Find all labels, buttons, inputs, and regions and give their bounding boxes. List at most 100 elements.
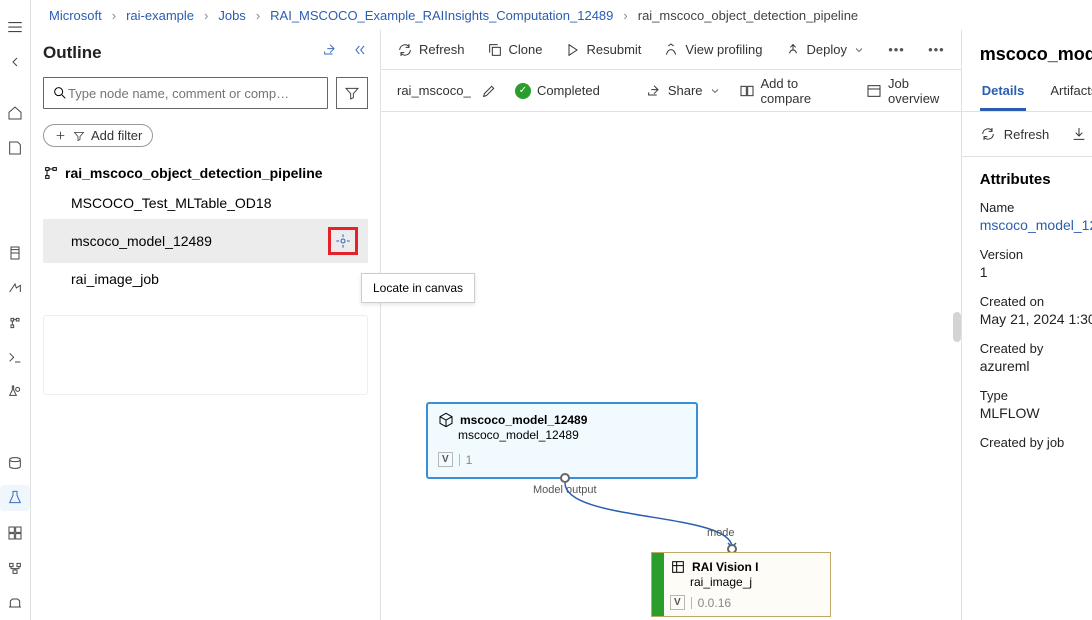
canvas-node-rai-vision[interactable]: RAI Vision I rai_image_j V 0.0.16 <box>651 552 831 617</box>
view-profiling-label: View profiling <box>685 42 762 57</box>
port-label: Model output <box>533 484 597 496</box>
breadcrumb: Microsoft› rai-example› Jobs› RAI_MSCOCO… <box>31 0 1092 30</box>
download-all-button[interactable]: Download all <box>1071 126 1092 142</box>
node-title: RAI Vision I <box>692 560 758 574</box>
outline-placeholder <box>43 315 368 395</box>
resubmit-label: Resubmit <box>587 42 642 57</box>
tab-details[interactable]: Details <box>980 73 1027 111</box>
details-refresh-button[interactable]: Refresh <box>980 126 1050 142</box>
job-overview-label: Job overview <box>888 76 945 106</box>
toolbar-more-icon-2[interactable]: ••• <box>928 42 945 57</box>
refresh-button[interactable]: Refresh <box>397 42 465 58</box>
breadcrumb-link[interactable]: Microsoft <box>45 8 106 23</box>
deploy-button[interactable]: Deploy <box>785 42 865 58</box>
search-icon <box>52 85 68 101</box>
refresh-label: Refresh <box>419 42 465 57</box>
data-icon[interactable] <box>0 450 30 477</box>
attr-name: Name mscoco_model_12489 <box>980 200 1092 233</box>
share-label: Share <box>668 83 703 98</box>
node-title: mscoco_model_12489 <box>460 413 587 427</box>
node-subtitle: rai_image_j <box>690 575 822 589</box>
clone-button[interactable]: Clone <box>487 42 543 58</box>
environments-icon[interactable] <box>0 589 30 616</box>
share-icon[interactable] <box>322 42 338 63</box>
toolbar-more-icon[interactable]: ••• <box>888 42 905 57</box>
canvas-node-model[interactable]: mscoco_model_12489 mscoco_model_12489 V … <box>426 402 698 479</box>
outline-tree: rai_mscoco_object_detection_pipeline MSC… <box>43 159 368 295</box>
jobs-icon[interactable] <box>0 485 30 512</box>
breadcrumb-link[interactable]: Jobs <box>214 8 249 23</box>
breadcrumb-link[interactable]: rai-example <box>122 8 198 23</box>
outline-title: Outline <box>43 43 102 63</box>
designer-icon[interactable] <box>0 309 30 336</box>
attr-type: Type MLFLOW <box>980 388 1092 421</box>
back-icon[interactable] <box>0 49 30 76</box>
search-input-wrap[interactable] <box>43 77 328 109</box>
collapse-icon[interactable] <box>352 42 368 63</box>
add-to-compare-label: Add to compare <box>761 76 831 106</box>
tree-item[interactable]: MSCOCO_Test_MLTable_OD18 <box>43 187 368 219</box>
locate-in-canvas-button[interactable] <box>328 227 358 255</box>
attr-created-by: Created by azureml <box>980 341 1092 374</box>
components-icon[interactable] <box>0 519 30 546</box>
attr-created-by-job: Created by job <box>980 435 1092 450</box>
chevron-right-icon: › <box>619 8 631 23</box>
edge-label: mode <box>707 527 735 539</box>
job-name-field[interactable]: rai_mscoco_obje <box>397 83 497 99</box>
version-separator <box>691 597 692 609</box>
add-filter-label: Add filter <box>91 128 142 143</box>
pipeline-canvas[interactable]: mscoco_model_12489 mscoco_model_12489 V … <box>381 112 961 620</box>
job-name-text: rai_mscoco_obje <box>397 83 471 98</box>
sub-toolbar: rai_mscoco_obje ✓ Completed Share Add to… <box>381 70 961 112</box>
outline-panel: Outline Add filter <box>31 30 381 620</box>
cube-icon <box>438 412 454 428</box>
tab-artifacts[interactable]: Artifacts <box>1048 73 1092 111</box>
resubmit-button[interactable]: Resubmit <box>565 42 642 58</box>
attr-version: Version 1 <box>980 247 1092 280</box>
filter-icon-button[interactable] <box>336 77 368 109</box>
share-button[interactable]: Share <box>646 83 721 99</box>
notebook-icon[interactable] <box>0 240 30 267</box>
version-separator <box>459 454 460 466</box>
details-title: mscoco_model_12489 <box>980 44 1092 65</box>
node-output-port[interactable] <box>560 473 570 483</box>
version-badge: V <box>670 595 685 610</box>
status-label: Completed <box>537 83 600 98</box>
menu-icon[interactable] <box>0 14 30 41</box>
pipeline-toolbar: Refresh Clone Resubmit View profiling De… <box>381 30 961 70</box>
prompt-icon[interactable] <box>0 344 30 371</box>
tree-item[interactable]: rai_image_job <box>43 263 368 295</box>
pipeline-icon <box>43 165 59 181</box>
tree-item-label: MSCOCO_Test_MLTable_OD18 <box>71 195 271 211</box>
attr-value: May 21, 2024 1:30 PM <box>980 311 1092 327</box>
node-status-stripe <box>652 553 664 616</box>
attr-label: Name <box>980 200 1092 215</box>
left-nav-rail <box>0 0 31 620</box>
breadcrumb-link[interactable]: RAI_MSCOCO_Example_RAIInsights_Computati… <box>266 8 617 23</box>
workbook-icon[interactable] <box>0 135 30 162</box>
automl-icon[interactable] <box>0 274 30 301</box>
attr-value: 1 <box>980 264 1092 280</box>
tree-item-label: rai_image_job <box>71 271 159 287</box>
canvas-scrollbar[interactable] <box>953 312 961 342</box>
version-number: 1 <box>466 453 473 467</box>
home-icon[interactable] <box>0 100 30 127</box>
node-subtitle: mscoco_model_12489 <box>458 428 686 442</box>
details-toolbar: Refresh Download all <box>962 112 1092 157</box>
experiment-icon[interactable] <box>0 379 30 406</box>
status-badge: ✓ Completed <box>515 83 600 99</box>
search-input[interactable] <box>68 86 319 101</box>
add-filter-button[interactable]: Add filter <box>43 124 153 147</box>
attr-value-link[interactable]: mscoco_model_12489 <box>980 217 1092 233</box>
details-panel: mscoco_model_12489 Details Artifacts End… <box>961 30 1092 620</box>
tree-root[interactable]: rai_mscoco_object_detection_pipeline <box>43 159 368 187</box>
job-overview-button[interactable]: Job overview <box>866 76 945 106</box>
edit-icon[interactable] <box>481 83 497 99</box>
view-profiling-button[interactable]: View profiling <box>663 42 762 58</box>
add-to-compare-button[interactable]: Add to compare <box>739 76 831 106</box>
pipelines-icon[interactable] <box>0 554 30 581</box>
chevron-right-icon: › <box>200 8 212 23</box>
tree-item[interactable]: mscoco_model_12489 <box>43 219 368 263</box>
tree-item-label: mscoco_model_12489 <box>71 233 212 249</box>
details-refresh-label: Refresh <box>1004 127 1050 142</box>
